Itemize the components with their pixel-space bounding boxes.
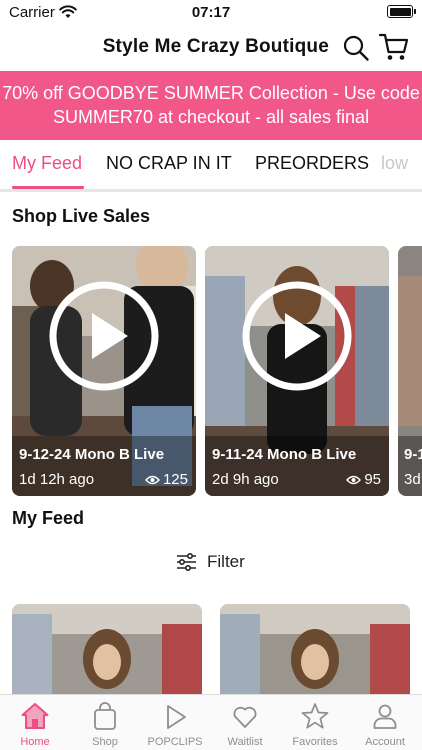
live-card-age: 1d 12h ago	[19, 471, 95, 488]
view-count-value: 95	[364, 471, 381, 488]
tab-bar-label: Favorites	[292, 736, 338, 748]
feed-video-card[interactable]	[12, 604, 202, 704]
battery-icon	[387, 5, 416, 18]
tab-bar-waitlist[interactable]: Waitlist	[210, 695, 280, 750]
tab-bar-label: Home	[20, 736, 50, 748]
video-thumbnail	[12, 604, 202, 704]
video-thumbnail	[220, 604, 410, 704]
play-icon	[49, 281, 159, 391]
tab-my-feed[interactable]: My Feed	[12, 153, 82, 174]
app-header: Style Me Crazy Boutique	[0, 26, 422, 70]
clock: 07:17	[191, 4, 231, 21]
view-count: 95	[346, 471, 381, 488]
tab-bar-label: Account	[365, 736, 405, 748]
tab-bar-popclips[interactable]: POPCLIPS	[140, 695, 210, 750]
eye-icon	[346, 475, 362, 484]
category-tabs: My Feed NO CRAP IN IT PREORDERS low	[0, 140, 422, 192]
filter-button[interactable]: Filter	[176, 550, 245, 574]
tab-bar-favorites[interactable]: Favorites	[280, 695, 350, 750]
live-card-title: 9-1	[404, 446, 422, 463]
tab-no-crap-in-it[interactable]: NO CRAP IN IT	[106, 153, 232, 174]
tab-bar-home[interactable]: Home	[0, 695, 70, 750]
tab-bar-label: Waitlist	[227, 736, 263, 748]
eye-icon	[145, 475, 160, 484]
tab-bar-account[interactable]: Account	[350, 695, 420, 750]
live-card-age: 2d 9h ago	[212, 471, 279, 488]
promo-line-1: 70% off GOODBYE SUMMER Collection - Use …	[2, 83, 420, 103]
live-card-title: 9-12-24 Mono B Live	[19, 446, 165, 463]
filter-label: Filter	[207, 552, 245, 571]
bottom-tab-bar: Home Shop POPCLIPS Waitlist Favorites Ac…	[0, 694, 422, 750]
status-bar: Carrier 07:17	[0, 0, 422, 26]
sliders-icon	[177, 553, 196, 571]
bag-icon	[94, 702, 116, 730]
active-tab-indicator	[12, 186, 84, 189]
tab-bar-shop[interactable]: Shop	[70, 695, 140, 750]
person-icon	[373, 704, 397, 729]
tab-low[interactable]: low	[381, 153, 408, 174]
play-icon	[242, 281, 352, 391]
tab-bar-label: Shop	[92, 736, 118, 748]
home-icon	[21, 703, 49, 729]
view-count-value: 125	[162, 471, 188, 488]
tab-preorders[interactable]: PREORDERS	[255, 153, 369, 174]
search-icon[interactable]	[342, 34, 370, 62]
store-title: Style Me Crazy Boutique	[102, 36, 329, 57]
section-title-live: Shop Live Sales	[12, 206, 151, 226]
cart-icon[interactable]	[379, 32, 409, 62]
promo-line-2: SUMMER70 at checkout - all sales final	[52, 107, 370, 127]
live-card-title: 9-11-24 Mono B Live	[212, 446, 357, 463]
heart-icon	[233, 706, 257, 728]
feed-video-card[interactable]	[220, 604, 410, 704]
play-icon	[167, 705, 186, 729]
live-card-age: 3d	[404, 471, 421, 488]
section-title-feed: My Feed	[12, 508, 85, 528]
tab-bar-label: POPCLIPS	[147, 736, 203, 748]
star-icon	[301, 703, 329, 729]
live-video-card[interactable]: 9-12-24 Mono B Live 1d 12h ago 125	[12, 246, 196, 496]
promo-banner[interactable]: 70% off GOODBYE SUMMER Collection - Use …	[0, 71, 422, 140]
view-count: 125	[145, 471, 188, 488]
live-video-card[interactable]: 9-11-24 Mono B Live 2d 9h ago 95	[205, 246, 389, 496]
live-video-card[interactable]: 9-1 3d	[398, 246, 422, 496]
